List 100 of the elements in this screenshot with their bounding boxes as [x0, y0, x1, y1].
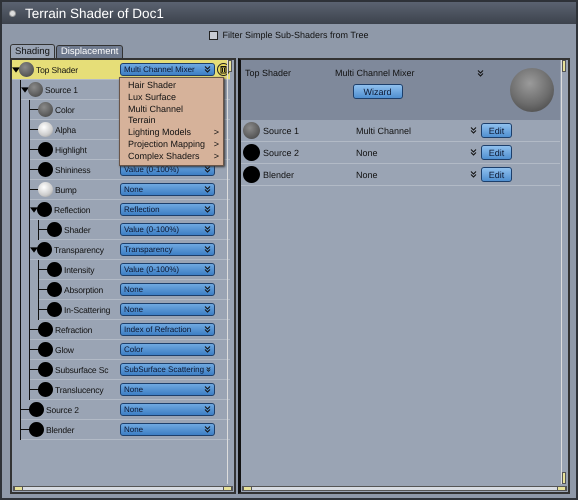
shader-ball-icon [47, 302, 62, 317]
tab[interactable]: Displacement [56, 45, 124, 58]
vertical-scrollbar[interactable] [227, 60, 233, 484]
chevron-icon [477, 70, 484, 76]
shader-dropdown[interactable]: SubSurface Scattering [120, 363, 215, 376]
edit-button[interactable]: Edit [481, 145, 512, 160]
checkbox[interactable] [209, 30, 218, 40]
checkbox-label: Filter Simple Sub-Shaders from Tree [222, 30, 369, 40]
chevron-icon [204, 206, 211, 213]
channel-value: None [356, 148, 379, 158]
node-label: Refraction [55, 324, 92, 334]
menu-item[interactable]: Terrain [120, 115, 223, 128]
chevron-icon [470, 127, 477, 134]
shader-ball-icon [38, 342, 53, 357]
shader-ball-icon [38, 102, 53, 117]
tree-row[interactable]: Intensity Value (0-100%) [39, 260, 230, 280]
node-label: Translucency [55, 384, 104, 394]
chevron-icon [204, 266, 211, 273]
window-menu-icon[interactable] [9, 10, 16, 16]
shader-dropdown[interactable]: None [120, 283, 215, 296]
shader-dropdown[interactable]: None [120, 383, 215, 396]
shader-label: Top Shader [245, 68, 292, 78]
edit-button[interactable]: Edit [481, 123, 512, 138]
menu-item[interactable]: Lighting Models > [120, 127, 223, 139]
horizontal-scrollbar[interactable] [13, 486, 233, 491]
edit-button[interactable]: Edit [481, 167, 512, 182]
shader-ball-icon [29, 402, 44, 417]
shader-dropdown[interactable]: Index of Refraction [120, 323, 215, 336]
node-label: Color [55, 104, 75, 114]
shader-dropdown[interactable]: None [120, 423, 215, 436]
node-label: Intensity [64, 264, 94, 274]
window-title: Terrain Shader of Doc1 [25, 6, 164, 20]
menu-item[interactable]: Lux Surface [120, 92, 223, 104]
expand-triangle-icon[interactable] [21, 86, 29, 92]
shader-dropdown[interactable]: Color [120, 343, 215, 356]
vertical-scrollbar[interactable] [561, 60, 567, 484]
menu-item[interactable]: Multi Channel [120, 104, 223, 116]
preview-sphere-icon [510, 68, 554, 112]
shader-dropdown[interactable]: None [120, 183, 215, 196]
node-label: Top Shader [36, 64, 78, 74]
expand-triangle-icon[interactable] [12, 66, 20, 72]
tree-row[interactable]: Reflection Reflection [30, 200, 230, 220]
node-label: Glow [55, 344, 74, 354]
tree-row[interactable]: Blender None [21, 420, 230, 440]
shader-ball-icon [243, 144, 260, 161]
node-label: Shader [64, 224, 91, 234]
node-label: Source 1 [45, 84, 78, 94]
node-label: Blender [46, 424, 74, 434]
tree-row[interactable]: Refraction Index of Refraction [30, 320, 230, 340]
node-label: Source 2 [46, 404, 79, 414]
shader-ball-icon [47, 262, 62, 277]
tree-row[interactable]: Subsurface Sc SubSurface Scattering [30, 360, 230, 380]
node-label: Subsurface Sc [55, 364, 108, 374]
expand-triangle-icon[interactable] [30, 246, 38, 252]
tree-row[interactable]: Translucency None [30, 380, 230, 400]
channel-value: Multi Channel [356, 126, 412, 136]
node-label: In-Scattering [64, 304, 110, 314]
shader-ball-icon [37, 242, 52, 257]
node-label: Alpha [55, 124, 76, 134]
chevron-icon [204, 426, 211, 433]
menu-item[interactable]: Hair Shader [120, 80, 223, 92]
shader-dropdown[interactable]: Multi Channel Mixer [120, 63, 215, 76]
tree-row[interactable]: Glow Color [30, 340, 230, 360]
chevron-icon [204, 326, 211, 333]
shader-dropdown[interactable]: Reflection [120, 203, 215, 216]
shader-ball-icon [243, 122, 260, 139]
channel-label: Source 1 [263, 126, 300, 136]
wizard-button[interactable]: Wizard [352, 84, 402, 99]
node-label: Bump [55, 184, 77, 194]
chevron-icon [204, 246, 211, 253]
tab[interactable]: Shading [10, 44, 55, 58]
chevron-icon [470, 149, 477, 156]
tree-row[interactable]: Source 2 None [21, 400, 230, 420]
shader-dropdown[interactable]: Value (0-100%) [120, 263, 215, 276]
shader-ball-icon [38, 182, 53, 197]
shader-ball-icon [243, 166, 260, 183]
shader-ball-icon [28, 82, 43, 97]
shader-dropdown[interactable]: Value (0-100%) [120, 223, 215, 236]
shader-dropdown[interactable]: None [120, 403, 215, 416]
channel-label: Source 2 [263, 148, 300, 158]
menu-item[interactable]: Projection Mapping > [120, 138, 223, 151]
node-label: Shininess [55, 164, 91, 174]
node-label: Transparency [54, 244, 104, 254]
tree-row[interactable]: Shader Value (0-100%) [39, 220, 230, 240]
chevron-icon [204, 286, 211, 293]
menu-item[interactable]: Complex Shaders > [120, 150, 223, 163]
expand-triangle-icon[interactable] [30, 206, 38, 212]
tree-row[interactable]: Absorption None [39, 280, 230, 300]
tree-row[interactable]: Top Shader Multi Channel Mixer [12, 60, 230, 80]
tree-row[interactable]: In-Scattering None [39, 300, 230, 320]
shader-ball-icon [38, 382, 53, 397]
shader-dropdown[interactable]: None [120, 303, 215, 316]
chevron-icon [204, 166, 211, 173]
shader-ball-icon [38, 142, 53, 157]
horizontal-scrollbar[interactable] [242, 486, 567, 491]
shader-ball-icon [47, 222, 62, 237]
tree-row[interactable]: Bump None [30, 180, 230, 200]
tree-row[interactable]: Transparency Transparency [30, 240, 230, 260]
chevron-icon [204, 406, 211, 413]
shader-dropdown[interactable]: Transparency [120, 243, 215, 256]
